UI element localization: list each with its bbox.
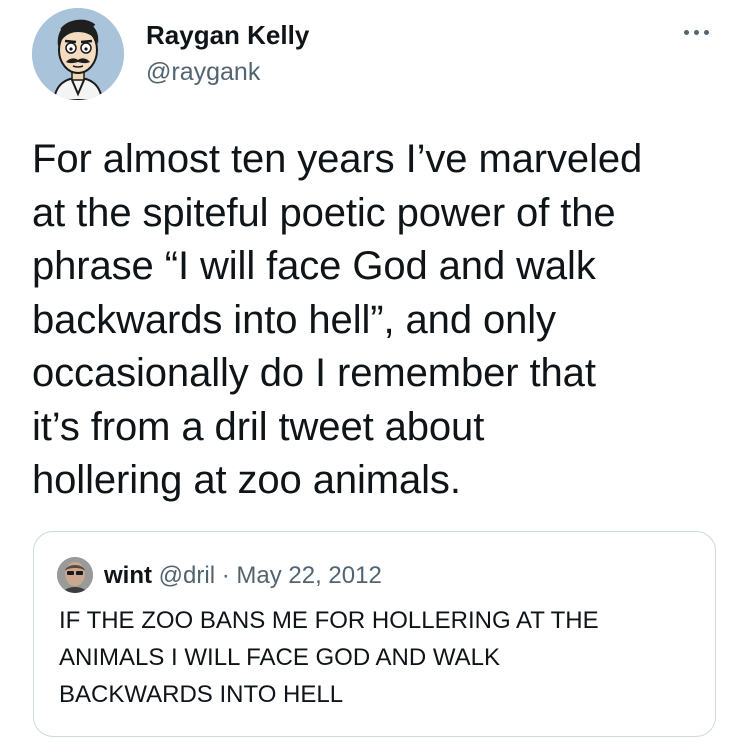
- quoted-tweet-card[interactable]: wint @dril · May 22, 2012 IF THE ZOO BAN…: [33, 531, 716, 737]
- quoted-tweet-date[interactable]: May 22, 2012: [236, 562, 381, 589]
- tweet-text-line: For almost ten years I’ve marveled: [32, 137, 643, 181]
- tweet-text-line: phrase “I will face God and walk: [32, 244, 596, 288]
- cartoon-man-avatar-icon: [32, 8, 124, 100]
- meta-separator: ·: [215, 562, 237, 589]
- more-horizontal-icon: [694, 30, 699, 35]
- quoted-text-line: ANIMALS I WILL FACE GOD AND WALK: [59, 644, 500, 671]
- tweet: Raygan Kelly @raygank For almost ten yea…: [0, 0, 750, 752]
- quoted-author-avatar[interactable]: [57, 557, 93, 593]
- tweet-text-line: it’s from a dril tweet about: [32, 404, 485, 449]
- quoted-text-line: BACKWARDS INTO HELL: [59, 681, 344, 708]
- tweet-text-line: backwards into hell”, and only: [32, 297, 556, 342]
- tweet-text: For almost ten years I’ve marveled at th…: [32, 133, 732, 508]
- quoted-text-line: IF THE ZOO BANS ME FOR HOLLERING AT THE: [59, 607, 599, 634]
- tweet-text-line: occasionally do I remember that: [32, 351, 596, 395]
- quoted-tweet-header: wint @dril · May 22, 2012: [104, 562, 382, 590]
- more-options-button[interactable]: [680, 22, 714, 42]
- quoted-author-name[interactable]: wint: [104, 562, 152, 589]
- author-handle[interactable]: @raygank: [146, 58, 260, 86]
- more-horizontal-icon: [684, 30, 689, 35]
- author-name[interactable]: Raygan Kelly: [146, 20, 309, 50]
- tweet-text-line: hollering at zoo animals.: [32, 458, 461, 502]
- quoted-author-handle[interactable]: @dril: [159, 562, 215, 589]
- more-horizontal-icon: [704, 30, 709, 35]
- author-avatar[interactable]: [32, 8, 124, 100]
- quoted-tweet-text: IF THE ZOO BANS ME FOR HOLLERING AT THE …: [59, 602, 699, 713]
- photo-avatar-icon: [57, 557, 93, 593]
- tweet-text-line: at the spiteful poetic power of the: [32, 190, 616, 235]
